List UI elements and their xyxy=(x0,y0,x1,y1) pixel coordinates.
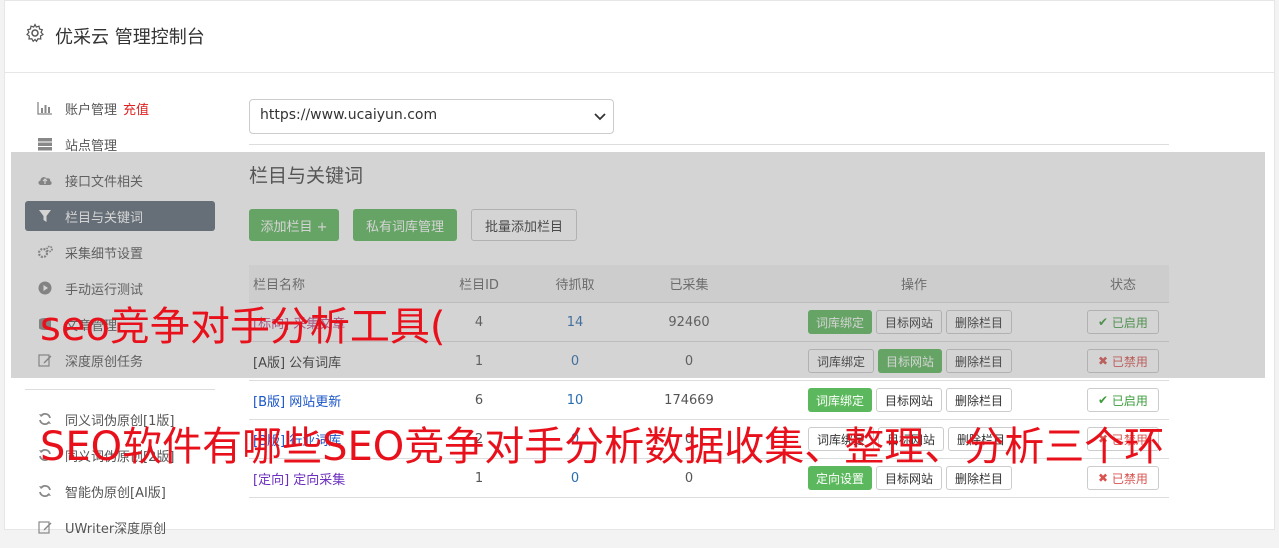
page-title: 优采云 管理控制台 xyxy=(55,27,205,48)
edit-icon xyxy=(37,519,53,535)
sidebar-item-ai-rewrite[interactable]: 智能伪原创[AI版] xyxy=(25,476,215,506)
header: 优采云 管理控制台 xyxy=(5,1,1274,73)
site-select[interactable]: https://www.ucaiyun.com xyxy=(249,99,614,134)
delete-column-button[interactable]: 删除栏目 xyxy=(946,388,1013,412)
sidebar-item-label: 智能伪原创[AI版] xyxy=(65,485,166,501)
sidebar-item-label: 账户管理 xyxy=(65,102,118,118)
gear-icon xyxy=(26,23,44,43)
site-select-value: https://www.ucaiyun.com xyxy=(260,107,438,123)
server-icon xyxy=(37,136,53,152)
recharge-link[interactable]: 充值 xyxy=(123,99,149,118)
sidebar-item-account[interactable]: 账户管理 充值 xyxy=(25,93,215,123)
status-label: 已禁用 xyxy=(1111,471,1148,486)
bar-chart-icon xyxy=(37,100,53,116)
overlay-headline: seo竞争对手分析工具( xyxy=(40,304,446,350)
sidebar-divider xyxy=(25,389,215,390)
refresh-icon xyxy=(37,483,53,499)
target-site-button[interactable]: 目标网站 xyxy=(876,388,943,412)
close-icon: ✖ xyxy=(1098,471,1112,485)
overlay-caption: SEO软件有哪些SEO竞争对手分析数据收集、整理、分析三个环 xyxy=(40,424,1165,470)
sidebar-item-label: 站点管理 xyxy=(65,138,118,154)
chevron-down-icon xyxy=(594,113,606,121)
lexicon-bind-button[interactable]: 词库绑定 xyxy=(808,388,873,412)
divider xyxy=(249,144,1169,145)
status-toggle[interactable]: ✔ 已启用 xyxy=(1087,388,1159,412)
status-label: 已启用 xyxy=(1111,393,1148,408)
sidebar-item-label: UWriter深度原创 xyxy=(65,521,167,537)
check-icon: ✔ xyxy=(1098,393,1112,407)
sidebar-item-uwriter[interactable]: UWriter深度原创 xyxy=(25,512,215,542)
